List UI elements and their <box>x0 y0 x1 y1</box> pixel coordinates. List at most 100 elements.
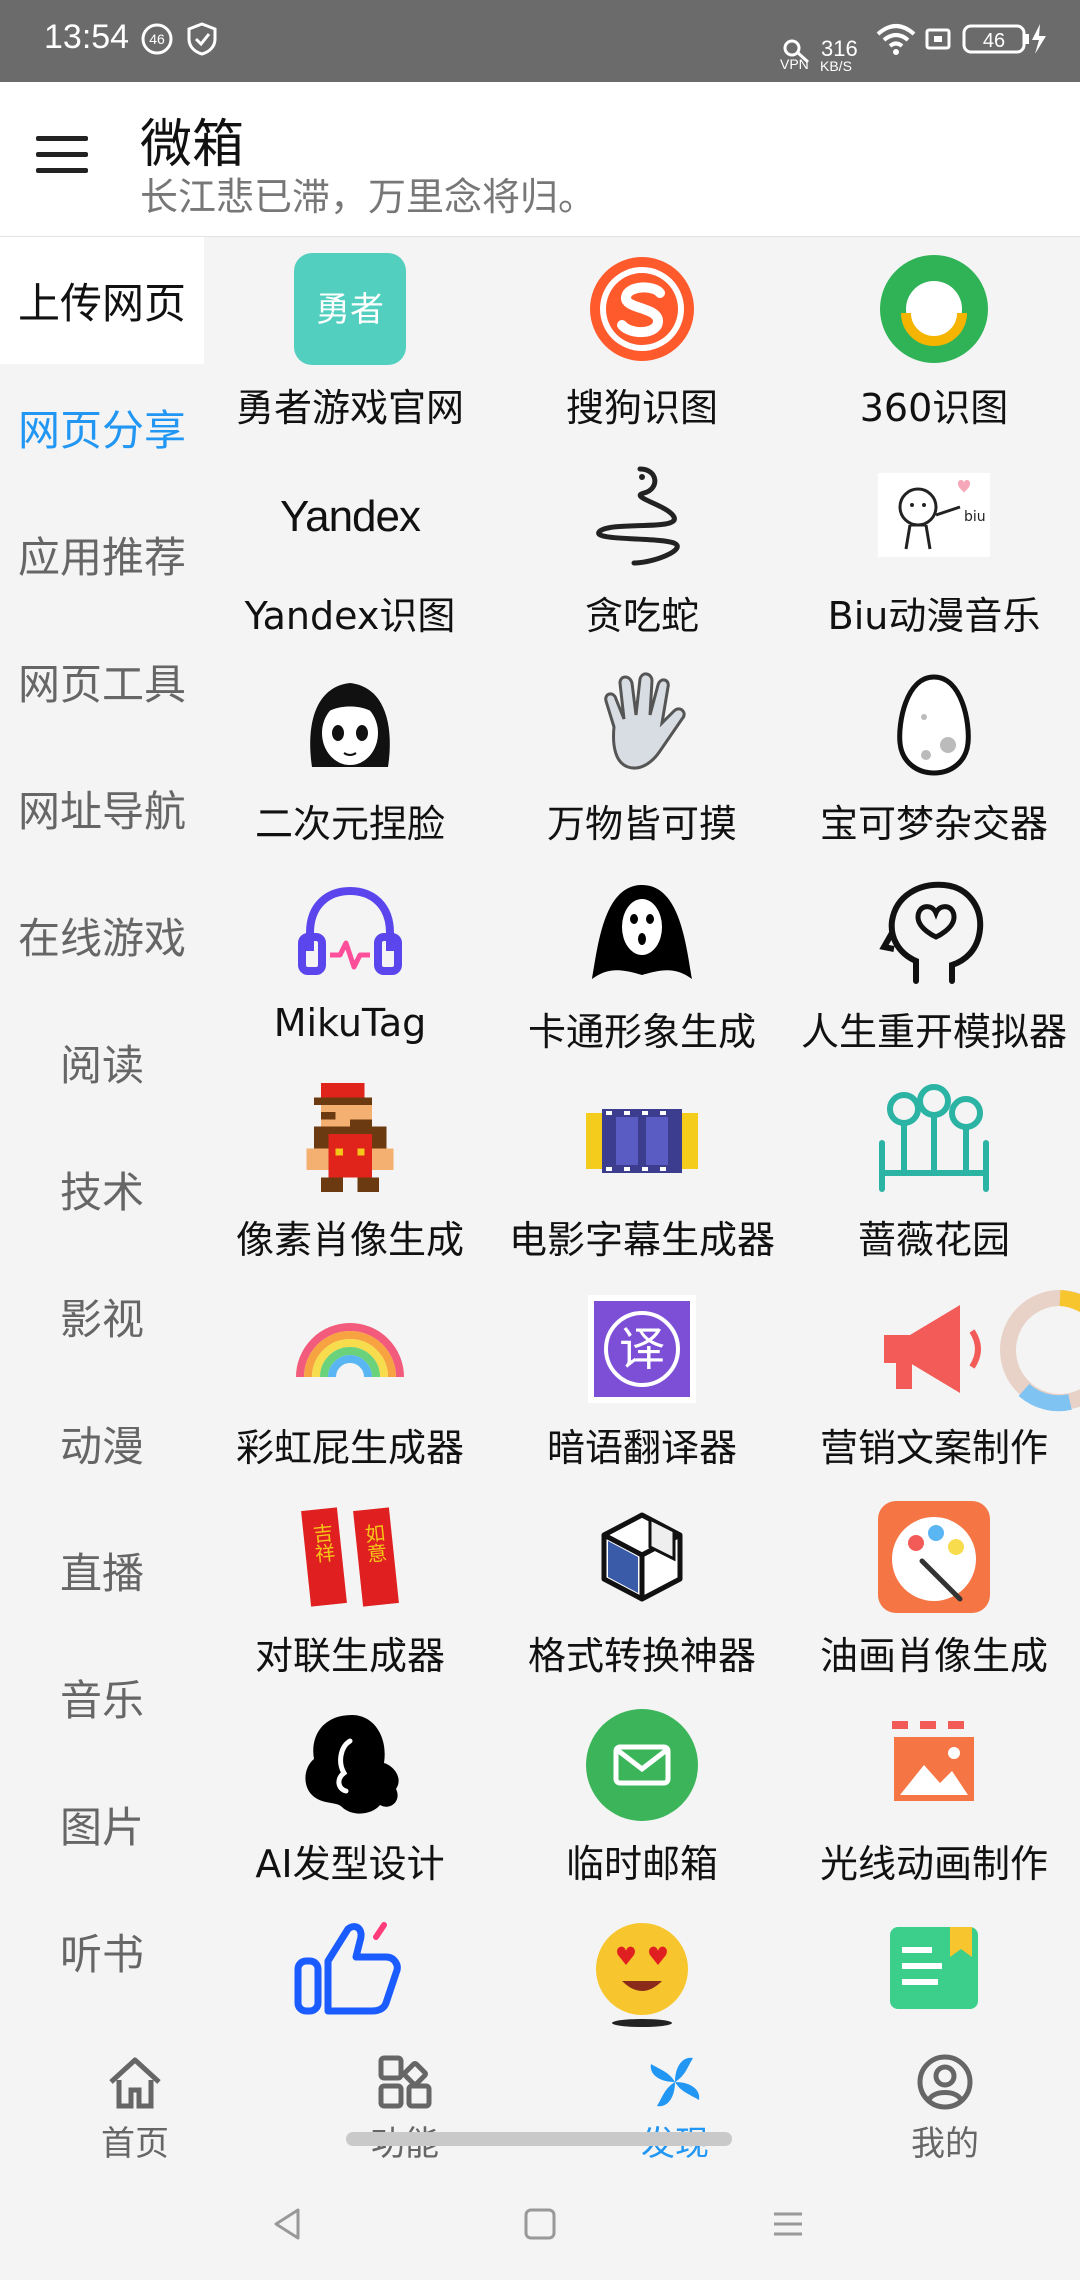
megaphone-icon <box>874 1289 994 1409</box>
360-icon <box>874 249 994 369</box>
grid-item-sogou[interactable]: 搜狗识图 <box>496 237 788 445</box>
grid-item-film-subtitle[interactable]: 电影字幕生成器 <box>496 1069 788 1277</box>
headphones-icon <box>290 873 410 993</box>
sidebar-item-music[interactable]: 音乐 <box>0 1634 204 1761</box>
signal-badge-icon: 46 <box>141 23 173 55</box>
sidebar-item-tech[interactable]: 技术 <box>0 1126 204 1253</box>
home-icon <box>109 2057 161 2109</box>
grid-item-label: Biu动漫音乐 <box>827 594 1041 638</box>
sidebar-item-share[interactable]: 网页分享 <box>0 364 204 491</box>
grid-item-couplet[interactable]: 吉祥 如意 对联生成器 <box>204 1485 496 1693</box>
grid-item-emoji[interactable] <box>496 1901 788 2040</box>
grid-item-book[interactable] <box>788 1901 1080 2040</box>
grid-item-format-convert[interactable]: 格式转换神器 <box>496 1485 788 1693</box>
grid-item-label: 蔷薇花园 <box>857 1218 1010 1262</box>
grid-item-ai-hairstyle[interactable]: AI发型设计 <box>204 1693 496 1901</box>
sidebar-item-anime[interactable]: 动漫 <box>0 1380 204 1507</box>
grid-item-label: 搜狗识图 <box>565 386 718 430</box>
grid-item-label: 勇者游戏官网 <box>235 386 464 430</box>
net-speed-unit: KB/S <box>820 58 852 74</box>
sidebar-item-upload[interactable]: 上传网页 <box>0 237 204 364</box>
grid-item-label: 二次元捏脸 <box>254 802 445 846</box>
sidebar-item-label: 动漫 <box>59 1422 144 1471</box>
grid-item-label: 彩虹屁生成器 <box>235 1426 464 1470</box>
floating-ball-icon[interactable] <box>980 1280 1080 1420</box>
sidebar-item-label: 听书 <box>59 1930 144 1979</box>
grid-item-label: 万物皆可摸 <box>546 802 737 846</box>
grid-item-biu[interactable]: biu Biu动漫音乐 <box>788 445 1080 653</box>
sogou-icon <box>582 249 702 369</box>
sidebar-item-reading[interactable]: 阅读 <box>0 999 204 1126</box>
system-nav-bar <box>0 2170 1080 2280</box>
grid-item-pixel-portrait[interactable]: 像素肖像生成 <box>204 1069 496 1277</box>
hamburger-menu-icon[interactable] <box>36 136 88 176</box>
home-square-icon[interactable] <box>522 2206 558 2242</box>
biu-icon-text: biu <box>964 509 986 525</box>
grid-item-label: 360识图 <box>859 386 1009 430</box>
sidebar-item-live[interactable]: 直播 <box>0 1507 204 1634</box>
sidebar-item-video[interactable]: 影视 <box>0 1253 204 1380</box>
sidebar-item-navigation[interactable]: 网址导航 <box>0 745 204 872</box>
page-subtitle: 长江悲已滞，万里念将归。 <box>140 175 597 219</box>
image-icon <box>874 1705 994 1825</box>
yandex-icon: Yandex <box>280 457 421 577</box>
couplet-icon: 吉祥 如意 <box>290 1497 410 1617</box>
grid-item-label: 临时邮箱 <box>565 1842 718 1886</box>
sidebar-item-label: 阅读 <box>59 1041 144 1090</box>
grid-item-360[interactable]: 360识图 <box>788 237 1080 445</box>
grid-item-cartoon[interactable]: 卡通形象生成 <box>496 861 788 1069</box>
emoji-icon <box>582 1913 702 2033</box>
grid-item-like[interactable] <box>204 1901 496 2040</box>
sim-icon <box>925 28 951 50</box>
sidebar-item-images[interactable]: 图片 <box>0 1761 204 1888</box>
category-sidebar: 上传网页 网页分享 应用推荐 网页工具 网址导航 在线游戏 阅读 技术 影视 动… <box>0 237 204 2040</box>
sidebar-item-label: 网址导航 <box>17 787 186 836</box>
sidebar-item-label: 应用推荐 <box>17 533 186 582</box>
thumbs-up-icon <box>290 1913 410 2033</box>
sidebar-item-games[interactable]: 在线游戏 <box>0 872 204 999</box>
grid-item-label: 格式转换神器 <box>527 1634 756 1678</box>
grid-item-oil-painting[interactable]: 油画肖像生成 <box>788 1485 1080 1693</box>
nav-profile[interactable]: 我的 <box>810 2052 1080 2164</box>
sidebar-item-label: 上传网页 <box>17 279 186 328</box>
garden-icon <box>874 1081 994 1201</box>
film-icon <box>582 1081 702 1201</box>
mail-icon <box>582 1705 702 1825</box>
grid-item-anime-face[interactable]: 二次元捏脸 <box>204 653 496 861</box>
home-indicator-bar[interactable] <box>346 2132 732 2146</box>
grid-item-label: 对联生成器 <box>254 1634 445 1678</box>
grid-item-label: 卡通形象生成 <box>527 1010 756 1054</box>
grid-item-yongzhe[interactable]: 勇者 勇者游戏官网 <box>204 237 496 445</box>
back-icon[interactable] <box>270 2206 306 2242</box>
status-bar: 13:54 46 VPN 316 KB/S 46 <box>0 0 1080 82</box>
nav-home[interactable]: 首页 <box>0 2052 270 2164</box>
sidebar-item-apps[interactable]: 应用推荐 <box>0 491 204 618</box>
grid-item-yandex[interactable]: Yandex Yandex识图 <box>204 445 496 653</box>
grid-item-egg[interactable]: 宝可梦杂交器 <box>788 653 1080 861</box>
grid-item-rainbow[interactable]: 彩虹屁生成器 <box>204 1277 496 1485</box>
bottom-nav: 首页 功能 发现 我的 <box>0 2040 1080 2170</box>
sidebar-item-label: 技术 <box>59 1168 144 1217</box>
pinwheel-icon <box>650 2057 700 2107</box>
shield-icon <box>187 22 217 56</box>
grid-item-mikutag[interactable]: MikuTag <box>204 861 496 1069</box>
head-heart-icon <box>874 873 994 993</box>
translate-icon: 译 <box>582 1289 702 1409</box>
grid-item-translator[interactable]: 译 暗语翻译器 <box>496 1277 788 1485</box>
app-header: 微箱 长江悲已滞，万里念将归。 <box>0 82 1080 237</box>
sidebar-item-label: 网页分享 <box>17 406 186 455</box>
grid-item-rose-garden[interactable]: 蔷薇花园 <box>788 1069 1080 1277</box>
grid-item-life-restart[interactable]: 人生重开模拟器 <box>788 861 1080 1069</box>
book-icon <box>874 1913 994 2033</box>
profile-icon <box>917 2054 973 2110</box>
grid-item-temp-mail[interactable]: 临时邮箱 <box>496 1693 788 1901</box>
grid-item-snake[interactable]: 贪吃蛇 <box>496 445 788 653</box>
grid-item-hand[interactable]: 万物皆可摸 <box>496 653 788 861</box>
sidebar-item-label: 直播 <box>59 1549 144 1598</box>
grid-item-label: AI发型设计 <box>255 1842 445 1886</box>
sidebar-item-tools[interactable]: 网页工具 <box>0 618 204 745</box>
hair-icon <box>290 1705 410 1825</box>
sidebar-item-audiobooks[interactable]: 听书 <box>0 1888 204 2015</box>
recents-icon[interactable] <box>770 2206 806 2242</box>
grid-item-light-animation[interactable]: 光线动画制作 <box>788 1693 1080 1901</box>
